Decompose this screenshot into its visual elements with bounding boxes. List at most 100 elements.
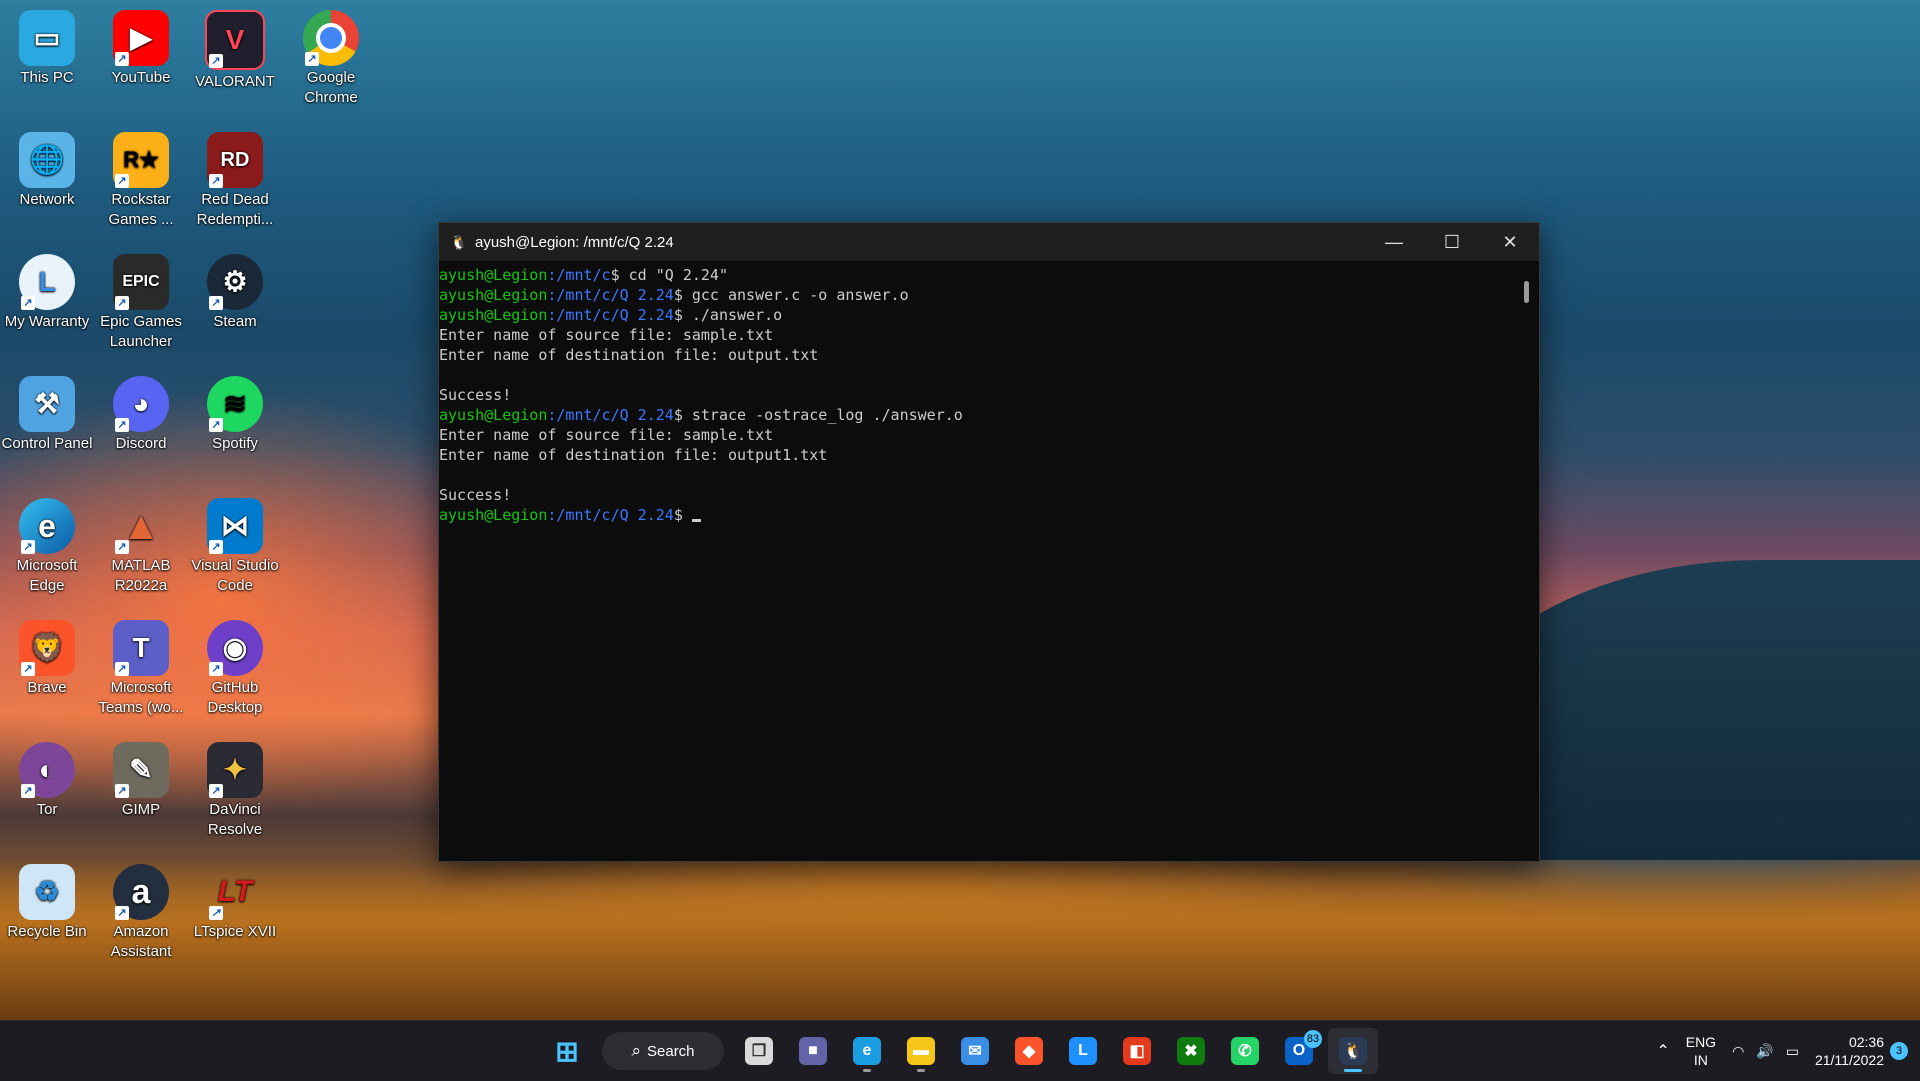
shortcut-arrow-icon: ↗ xyxy=(21,784,35,798)
desktop-icon-matlab[interactable]: ▲ ↗ MATLAB R2022a xyxy=(94,492,188,596)
terminal-output[interactable]: ayush@Legion:/mnt/c$ cd "Q 2.24" ayush@Le… xyxy=(439,261,1539,525)
desktop-icon-label: MATLAB R2022a xyxy=(111,557,171,594)
office-icon: ◧ xyxy=(1123,1037,1151,1065)
recycle-bin-icon: ♻ xyxy=(19,864,75,920)
terminal-titlebar[interactable]: 🐧 ayush@Legion: /mnt/c/Q 2.24 — ☐ ✕ xyxy=(439,223,1539,261)
wifi-icon[interactable]: ◠ xyxy=(1732,1043,1744,1060)
red-dead-icon: RD ↗ xyxy=(207,132,263,188)
desktop-icon-my-warranty[interactable]: L ↗ My Warranty xyxy=(0,248,94,332)
prompt-path: :/mnt/c xyxy=(547,266,611,284)
desktop-icon-edge[interactable]: e ↗ Microsoft Edge xyxy=(0,492,94,596)
terminal-line: ayush@Legion:/mnt/c/Q 2.24$ gcc answer.c… xyxy=(439,285,1539,305)
shortcut-arrow-icon: ↗ xyxy=(209,540,223,554)
taskbar-whatsapp-button[interactable]: ✆ xyxy=(1220,1028,1270,1074)
desktop-icon-label: DaVinci Resolve xyxy=(207,801,263,838)
wallpaper-grass xyxy=(0,860,1920,1020)
taskbar-edge-button[interactable]: e xyxy=(842,1028,892,1074)
terminal-line: ayush@Legion:/mnt/c/Q 2.24$ strace -ostr… xyxy=(439,405,1539,425)
desktop-icon-amazon[interactable]: a ↗ Amazon Assistant xyxy=(94,858,188,962)
terminal-title: ayush@Legion: /mnt/c/Q 2.24 xyxy=(475,233,674,251)
notification-badge[interactable]: 3 xyxy=(1890,1042,1908,1060)
desktop-icon-tor[interactable]: ◐ ↗ Tor xyxy=(0,736,94,820)
desktop-icon-steam[interactable]: ⚙ ↗ Steam xyxy=(188,248,282,332)
lang-region: IN xyxy=(1693,1052,1708,1068)
taskbar-mail-button[interactable]: ✉ xyxy=(950,1028,1000,1074)
desktop-icon-epic-games[interactable]: EPIC ↗ Epic Games Launcher xyxy=(94,248,188,352)
shortcut-arrow-icon: ↗ xyxy=(21,540,35,554)
desktop-icon-teams[interactable]: T ↗ Microsoft Teams (wo... xyxy=(94,614,188,718)
taskbar-xbox-button[interactable]: ✖ xyxy=(1166,1028,1216,1074)
steam-icon: ⚙ ↗ xyxy=(207,254,263,310)
language-indicator[interactable]: ENG IN xyxy=(1686,1033,1716,1069)
desktop-icon-github[interactable]: ◉ ↗ GitHub Desktop xyxy=(188,614,282,718)
clock[interactable]: 02:36 21/11/2022 xyxy=(1815,1033,1884,1069)
taskbar-office-button[interactable]: ◧ xyxy=(1112,1028,1162,1074)
terminal-scrollbar-thumb[interactable] xyxy=(1524,281,1529,303)
maximize-button[interactable]: ☐ xyxy=(1423,223,1481,261)
terminal-window[interactable]: 🐧 ayush@Legion: /mnt/c/Q 2.24 — ☐ ✕ ayus… xyxy=(438,222,1540,862)
taskbar-center: ⊞ ⌕ Search ❐ ■ e ▬ ✉ ◆ L ◧ ✖ ✆ O 83 🐧 xyxy=(540,1021,1380,1081)
taskbar-lenovo-vantage-button[interactable]: L xyxy=(1058,1028,1108,1074)
desktop-icon-label: Control Panel xyxy=(1,435,93,452)
desktop-icon-label: Rockstar Games ... xyxy=(108,191,174,228)
battery-icon[interactable]: ▭ xyxy=(1786,1043,1799,1060)
desktop-icon-this-pc[interactable]: ▭ This PC xyxy=(0,4,94,88)
terminal-line: Enter name of destination file: output.t… xyxy=(439,345,1539,365)
terminal-line: Enter name of source file: sample.txt xyxy=(439,325,1539,345)
shortcut-arrow-icon: ↗ xyxy=(209,418,223,432)
desktop-icon-red-dead[interactable]: RD ↗ Red Dead Redempti... xyxy=(188,126,282,230)
task-view-icon: ❐ xyxy=(745,1037,773,1065)
window-controls: — ☐ ✕ xyxy=(1365,223,1539,261)
taskbar-search-button[interactable]: ⌕ Search xyxy=(602,1032,724,1070)
desktop-icon-rockstar[interactable]: R★ ↗ Rockstar Games ... xyxy=(94,126,188,230)
running-indicator xyxy=(917,1069,925,1072)
terminal-line: ayush@Legion:/mnt/c/Q 2.24$ ./answer.o xyxy=(439,305,1539,325)
taskbar-task-view-button[interactable]: ❐ xyxy=(734,1028,784,1074)
terminal-line: Enter name of destination file: output1.… xyxy=(439,445,1539,465)
taskbar-outlook-button[interactable]: O 83 xyxy=(1274,1028,1324,1074)
taskbar-brave-button[interactable]: ◆ xyxy=(1004,1028,1054,1074)
desktop-icon-discord[interactable]: ◕ ↗ Discord xyxy=(94,370,188,454)
discord-icon: ◕ ↗ xyxy=(113,376,169,432)
search-icon: ⌕ xyxy=(631,1041,641,1060)
desktop-icon-control-panel[interactable]: ⚒ Control Panel xyxy=(0,370,94,454)
warranty-icon: L ↗ xyxy=(19,254,75,310)
edge-icon: e xyxy=(853,1037,881,1065)
matlab-icon: ▲ ↗ xyxy=(113,498,169,554)
desktop-icon-label: Red Dead Redempti... xyxy=(196,191,274,228)
desktop-icon-chrome[interactable]: ↗ Google Chrome xyxy=(284,4,378,108)
desktop-icon-spotify[interactable]: ≋ ↗ Spotify xyxy=(188,370,282,454)
desktop-icon-valorant[interactable]: V ↗ VALORANT xyxy=(188,4,282,92)
desktop-icon-label: LTspice XVII xyxy=(193,923,277,940)
shortcut-arrow-icon: ↗ xyxy=(115,296,129,310)
whatsapp-icon: ✆ xyxy=(1231,1037,1259,1065)
chevron-up-icon[interactable]: ⌃ xyxy=(1656,1041,1669,1061)
start-button[interactable]: ⊞ xyxy=(542,1028,592,1074)
desktop-icon-davinci[interactable]: ✦ ↗ DaVinci Resolve xyxy=(188,736,282,840)
desktop-icon-label: Visual Studio Code xyxy=(191,557,279,594)
desktop-icon-vscode[interactable]: ⋈ ↗ Visual Studio Code xyxy=(188,492,282,596)
taskbar-teams-chat-button[interactable]: ■ xyxy=(788,1028,838,1074)
desktop-icon-label: Microsoft Teams (wo... xyxy=(98,679,184,716)
desktop-icon-network[interactable]: 🌐 Network xyxy=(0,126,94,210)
prompt-path: :/mnt/c/Q 2.24 xyxy=(547,406,674,424)
desktop-icon-recycle-bin[interactable]: ♻ Recycle Bin xyxy=(0,858,94,942)
desktop-icon-ltspice[interactable]: LT ↗ LTspice XVII xyxy=(188,858,282,942)
command-text: $ cd "Q 2.24" xyxy=(610,266,728,284)
prompt-path: :/mnt/c/Q 2.24 xyxy=(547,286,674,304)
desktop-icon-youtube[interactable]: ▶ ↗ YouTube xyxy=(94,4,188,88)
output-text: Success! xyxy=(439,486,512,504)
terminal-cursor xyxy=(691,519,701,522)
volume-icon[interactable]: 🔊 xyxy=(1756,1043,1773,1060)
clock-time: 02:36 xyxy=(1848,1034,1884,1050)
minimize-button[interactable]: — xyxy=(1365,223,1423,261)
desktop-icon-gimp[interactable]: ✎ ↗ GIMP xyxy=(94,736,188,820)
desktop-icon-brave[interactable]: 🦁 ↗ Brave xyxy=(0,614,94,698)
taskbar-ubuntu-wsl-button[interactable]: 🐧 xyxy=(1328,1028,1378,1074)
desktop-icon-label: Amazon Assistant xyxy=(110,923,172,960)
search-label: Search xyxy=(647,1042,695,1060)
taskbar-file-explorer-button[interactable]: ▬ xyxy=(896,1028,946,1074)
close-button[interactable]: ✕ xyxy=(1481,223,1539,261)
